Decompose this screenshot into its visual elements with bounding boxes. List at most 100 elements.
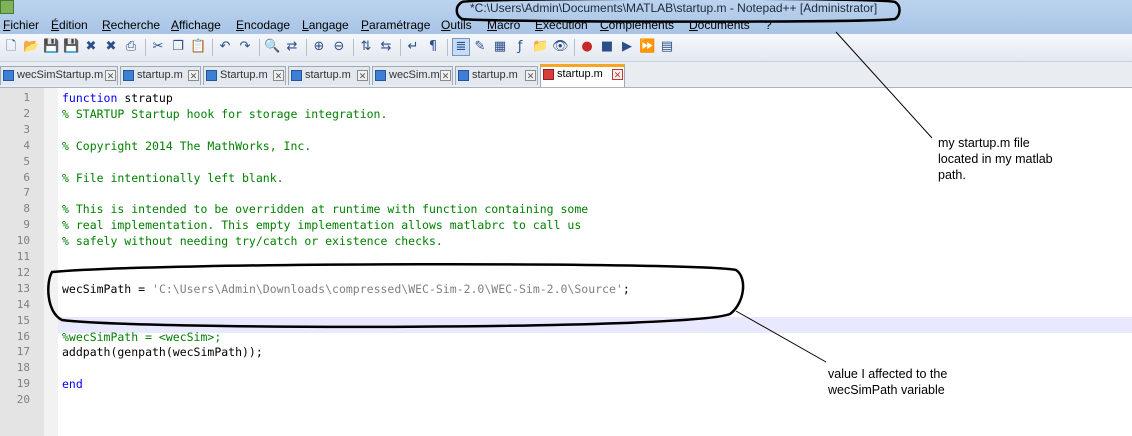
find-icon[interactable]: 🔍 (264, 39, 280, 55)
code-line[interactable]: % This is intended to be overridden at r… (62, 201, 588, 217)
saved-file-icon (123, 70, 134, 81)
tab-label: startup.m (472, 69, 518, 81)
menu-fichier[interactable]: Fichier (3, 18, 39, 32)
line-number: 9 (23, 218, 30, 232)
tab-close-icon[interactable]: ✕ (612, 69, 623, 80)
zoom-out-icon[interactable]: ⊖ (331, 39, 347, 55)
redo-icon[interactable]: ↷ (237, 39, 253, 55)
code-line[interactable]: % real implementation. This empty implem… (62, 217, 581, 233)
line-number: 17 (16, 345, 30, 359)
tab-document[interactable]: Startup.m ✕ (203, 66, 286, 85)
show-all-characters-icon[interactable]: ¶ (425, 39, 441, 55)
menu-affichage[interactable]: Affichage (171, 18, 221, 32)
indent-guide-icon[interactable]: ≣ (452, 38, 470, 56)
menu-encodage[interactable]: Encodage (236, 18, 290, 32)
toolbar-separator (447, 39, 448, 56)
close-icon[interactable]: ✖ (83, 39, 99, 55)
tab-document[interactable]: wecSim.m ✕ (372, 66, 453, 85)
code-line[interactable]: % STARTUP Startup hook for storage integ… (62, 106, 387, 122)
code-text: stratup (117, 91, 173, 105)
paste-icon[interactable]: 📋 (190, 39, 206, 55)
save-icon[interactable]: 💾 (43, 39, 59, 55)
line-number: 13 (16, 281, 30, 295)
line-number: 14 (16, 297, 30, 311)
menu-exécution[interactable]: Exécution (535, 18, 588, 32)
code-line[interactable]: addpath(genpath(wecSimPath)); (62, 344, 263, 360)
word-wrap-icon[interactable]: ↵ (405, 39, 421, 55)
menu-langage[interactable]: Langage (302, 18, 349, 32)
tab-close-icon[interactable]: ✕ (188, 70, 199, 81)
doc-map-icon[interactable]: ▦ (492, 39, 508, 55)
sync-horizontal-icon[interactable]: ⇆ (378, 39, 394, 55)
menu-documents[interactable]: Documents (689, 18, 750, 32)
print-icon[interactable]: ⎙ (123, 39, 139, 55)
line-number: 10 (16, 234, 30, 248)
user-defined-language-icon[interactable]: ✎ (472, 39, 488, 55)
undo-icon[interactable]: ↶ (217, 39, 233, 55)
menu-macro[interactable]: Macro (487, 18, 520, 32)
code-line[interactable]: % safely without needing try/catch or ex… (62, 233, 443, 249)
code-line[interactable]: wecSimPath = 'C:\Users\Admin\Downloads\c… (62, 281, 630, 297)
tab-close-icon[interactable]: ✕ (525, 70, 536, 81)
line-number: 20 (16, 393, 30, 407)
tab-close-icon[interactable]: ✕ (440, 70, 451, 81)
menu-outils[interactable]: Outils (441, 18, 472, 32)
record-macro-icon[interactable]: ● (579, 39, 595, 55)
copy-icon[interactable]: ❐ (170, 39, 186, 55)
play-macro-icon[interactable]: ▶ (619, 39, 635, 55)
code-comment: % safely without needing try/catch or ex… (62, 234, 443, 249)
tab-close-icon[interactable]: ✕ (357, 70, 368, 81)
sync-vertical-icon[interactable]: ⇅ (358, 39, 374, 55)
code-line[interactable]: function stratup (62, 90, 173, 106)
close-all-icon[interactable]: ✖ (103, 39, 119, 55)
line-number: 18 (16, 361, 30, 375)
tab-close-icon[interactable]: ✕ (273, 70, 284, 81)
code-line[interactable]: % Copyright 2014 The MathWorks, Inc. (62, 138, 311, 154)
save-macro-icon[interactable]: ▤ (659, 39, 675, 55)
tab-close-icon[interactable]: ✕ (105, 70, 116, 81)
saved-file-icon (3, 70, 14, 81)
tab-document[interactable]: wecSimStartup.m ✕ (0, 66, 118, 85)
stop-record-icon[interactable]: ■ (599, 39, 615, 55)
new-file-icon[interactable]: 🗋 (3, 39, 19, 55)
saved-file-icon (206, 70, 217, 81)
annotation-note-path-value: value I affected to the wecSimPath varia… (828, 367, 948, 397)
fold-margin[interactable] (44, 88, 58, 436)
monitoring-icon[interactable]: 👁 (552, 39, 569, 55)
menu-recherche[interactable]: Recherche (102, 18, 160, 32)
menu-help[interactable]: ? (765, 18, 772, 32)
replace-icon[interactable]: ⇄ (284, 39, 300, 55)
menu-paramétrage[interactable]: Paramétrage (361, 18, 430, 32)
tab-active-document[interactable]: startup.m ✕ (540, 64, 625, 87)
toolbar-separator (400, 39, 401, 56)
tab-document[interactable]: startup.m ✕ (120, 66, 201, 85)
code-string: 'C:\Users\Admin\Downloads\compressed\WEC… (152, 281, 623, 296)
saved-file-icon (375, 70, 386, 81)
toolbar-separator (145, 39, 146, 56)
code-line[interactable]: end (62, 376, 83, 392)
title-and-menu-bar: *C:\Users\Admin\Documents\MATLAB\startup… (0, 0, 1132, 34)
open-file-icon[interactable]: 📂 (23, 39, 39, 55)
line-number: 8 (23, 202, 30, 216)
save-all-icon[interactable]: 💾 (63, 39, 79, 55)
code-text: addpath(genpath(wecSimPath)); (62, 345, 263, 360)
menu-édition[interactable]: Édition (51, 18, 88, 32)
document-tab-bar: wecSimStartup.m ✕ startup.m ✕ Startup.m ✕ star… (0, 62, 1132, 88)
line-number: 3 (23, 122, 30, 136)
folder-as-workspace-icon[interactable]: 📁 (532, 39, 548, 55)
tab-document[interactable]: startup.m ✕ (288, 66, 370, 85)
code-comment: % This is intended to be overridden at r… (62, 202, 589, 217)
cut-icon[interactable]: ✂ (150, 39, 166, 55)
tab-document[interactable]: startup.m ✕ (455, 66, 538, 85)
code-keyword: end (62, 377, 83, 392)
menu-compléments[interactable]: Compléments (600, 18, 674, 32)
run-macro-multiple-icon[interactable]: ⏩ (639, 39, 655, 55)
code-line[interactable]: %wecSimPath = <wecSim>; (62, 329, 221, 345)
code-text: ; (622, 281, 630, 296)
notepadpp-app-icon[interactable] (0, 0, 14, 14)
code-comment: % STARTUP Startup hook for storage integ… (62, 106, 388, 121)
tab-label: Startup.m (220, 69, 268, 81)
code-line[interactable]: % File intentionally left blank. (62, 170, 284, 186)
zoom-in-icon[interactable]: ⊕ (311, 39, 327, 55)
function-list-icon[interactable]: ƒ (512, 39, 528, 55)
